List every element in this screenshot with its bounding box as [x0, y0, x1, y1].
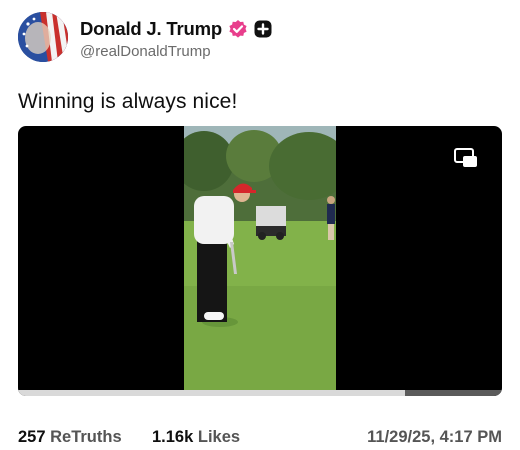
picture-in-picture-icon[interactable]	[454, 148, 478, 168]
post-footer: 257 ReTruths 1.16k Likes 11/29/25, 4:17 …	[18, 428, 502, 450]
author-name[interactable]: Donald J. Trump	[80, 18, 222, 40]
video-player[interactable]	[18, 126, 502, 396]
post-text: Winning is always nice!	[18, 90, 238, 113]
retruths-stat[interactable]: 257 ReTruths	[18, 428, 122, 447]
retruths-count: 257	[18, 428, 46, 446]
likes-stat[interactable]: 1.16k Likes	[152, 428, 240, 447]
post-timestamp[interactable]: 11/29/25, 4:17 PM	[367, 428, 502, 447]
video-progress-bar[interactable]	[18, 390, 502, 396]
retruths-label: ReTruths	[50, 428, 122, 446]
add-icon[interactable]	[254, 20, 272, 38]
author-row: Donald J. Trump	[80, 16, 272, 42]
video-progress-fill	[18, 390, 406, 396]
avatar[interactable]	[18, 12, 68, 62]
verified-badge-icon	[228, 19, 248, 39]
likes-label: Likes	[197, 428, 241, 446]
author-handle[interactable]: @realDonaldTrump	[80, 43, 211, 60]
post-header: Donald J. Trump @realDonaldTrump	[18, 12, 502, 70]
avatar-image	[18, 12, 68, 62]
video-frame	[184, 126, 336, 390]
likes-count: 1.16k	[152, 428, 194, 446]
